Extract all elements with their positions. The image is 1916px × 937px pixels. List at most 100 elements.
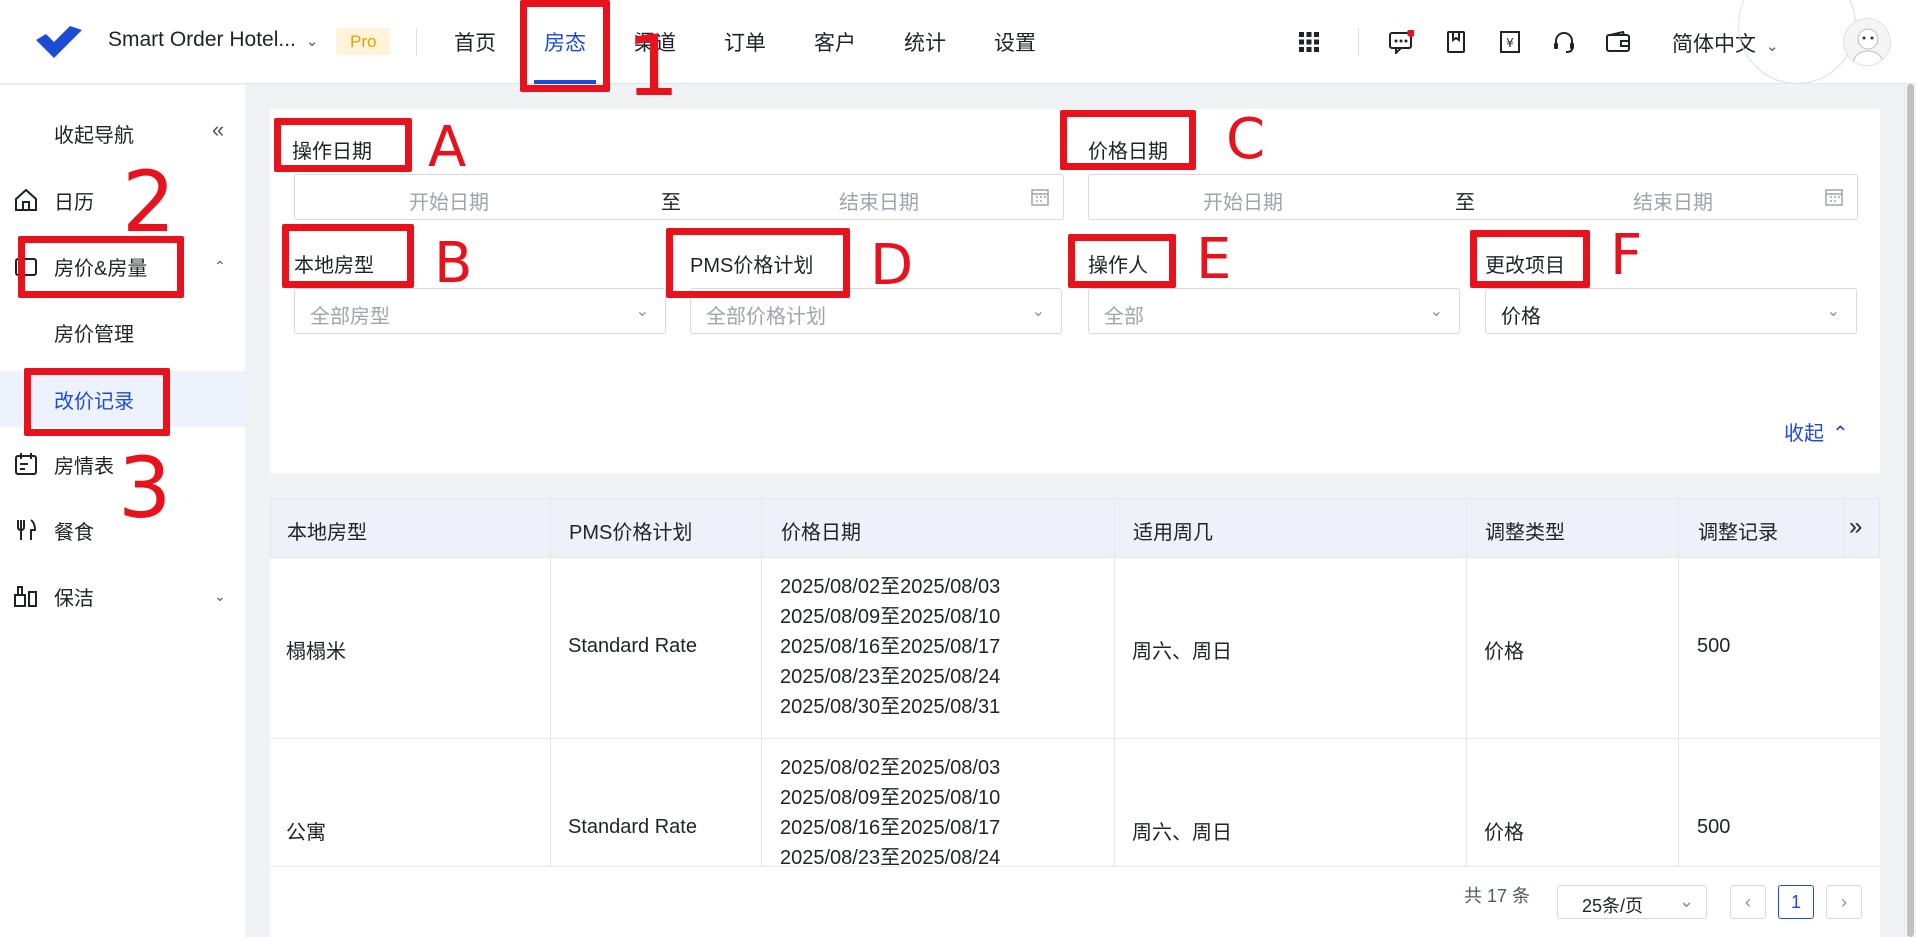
nav-home[interactable]: 首页 <box>454 0 496 84</box>
hotel-switcher[interactable]: Smart Order Hotel... ⌄ <box>108 28 318 52</box>
collapse-filters-button[interactable]: 收起 ⌃ <box>1784 417 1849 446</box>
price-date-range-item: 2025/08/02至2025/08/03 <box>780 757 1001 779</box>
column-header: 价格日期 <box>781 522 861 544</box>
annotation-letter: F <box>1610 223 1643 288</box>
calendar-icon <box>1825 189 1843 206</box>
book-icon[interactable] <box>1441 27 1471 57</box>
adjust-record-cell: 500 <box>1697 635 1731 657</box>
expand-columns-icon[interactable]: » <box>1849 513 1862 541</box>
page-number-button[interactable]: 1 <box>1778 885 1814 919</box>
page-size-select[interactable]: 25条/页 ⌄ <box>1557 885 1707 919</box>
pms-plan-cell: Standard Rate <box>568 816 697 838</box>
annotation-box <box>666 228 850 298</box>
room-type-cell: 榻榻米 <box>286 641 346 663</box>
chevron-down-icon: ⌄ <box>1826 303 1840 320</box>
svg-text:¥: ¥ <box>1506 36 1514 50</box>
column-header: 本地房型 <box>287 522 367 544</box>
nav-statistics[interactable]: 统计 <box>904 0 946 84</box>
change-item-select[interactable]: 价格 ⌄ <box>1485 288 1857 334</box>
nav-customers[interactable]: 客户 <box>814 0 856 84</box>
range-separator: 至 <box>661 192 681 214</box>
adjust-type-cell: 价格 <box>1484 822 1524 844</box>
start-date-placeholder: 开始日期 <box>1203 192 1283 214</box>
collapse-filters-label: 收起 <box>1784 423 1824 445</box>
range-separator: 至 <box>1455 192 1475 214</box>
annotation-letter: E <box>1196 227 1232 292</box>
end-date-placeholder: 结束日期 <box>839 192 919 214</box>
price-date-range-item: 2025/08/16至2025/08/17 <box>780 636 1001 658</box>
chevron-down-icon: ⌄ <box>305 33 319 50</box>
chevron-down-icon: ⌄ <box>1031 303 1045 320</box>
total-count: 共 17 条 <box>1464 886 1531 906</box>
chevron-up-icon: ⌃ <box>1832 423 1849 445</box>
nav-orders[interactable]: 订单 <box>724 0 766 84</box>
operator-placeholder: 全部 <box>1104 306 1144 328</box>
price-date-range-item: 2025/08/23至2025/08/24 <box>780 666 1001 688</box>
pms-plan-cell: Standard Rate <box>568 635 697 657</box>
annotation-box <box>24 368 170 436</box>
column-divider <box>1844 498 1845 558</box>
annotation-number: 3 <box>118 439 172 537</box>
operation-date-range[interactable]: 开始日期 至 结束日期 <box>294 174 1064 220</box>
annotation-box <box>1068 234 1176 288</box>
page-size-value: 25条/页 <box>1582 896 1644 916</box>
price-date-range-item: 2025/08/02至2025/08/03 <box>780 576 1001 598</box>
adjust-record-cell: 500 <box>1697 816 1731 838</box>
wallet-icon[interactable] <box>1603 27 1633 57</box>
table-row[interactable]: 榻榻米 Standard Rate 2025/08/02至2025/08/03 … <box>270 558 1880 739</box>
pro-badge: Pro <box>336 28 391 55</box>
annotation-letter: B <box>434 231 473 296</box>
sidebar-item-cleaning[interactable]: 保洁 ⌄ <box>0 569 245 623</box>
divider <box>1358 28 1359 56</box>
price-date-range-item: 2025/08/09至2025/08/10 <box>780 606 1001 628</box>
annotation-letter: D <box>870 233 914 298</box>
room-type-placeholder: 全部房型 <box>310 306 390 328</box>
sidebar-item-rate-management[interactable]: 房价管理 <box>0 305 245 359</box>
end-date-placeholder: 结束日期 <box>1633 192 1713 214</box>
annotation-letter: A <box>428 115 467 180</box>
nav-settings[interactable]: 设置 <box>994 0 1036 84</box>
message-icon[interactable] <box>1386 27 1416 57</box>
price-date-range-item: 2025/08/30至2025/08/31 <box>780 696 1001 718</box>
scrollbar-thumb[interactable] <box>1907 84 1914 937</box>
decorative-circle <box>1738 0 1856 84</box>
sidebar-item-label: 房情表 <box>54 455 114 478</box>
vertical-scrollbar[interactable] <box>1904 84 1916 937</box>
chevron-down-icon: ⌄ <box>1678 891 1694 911</box>
annotation-letter: C <box>1226 107 1266 172</box>
top-bar: Smart Order Hotel... ⌄ Pro 首页 房态 渠道 订单 客户… <box>0 0 1916 84</box>
annotation-number: 2 <box>122 153 176 251</box>
chevron-down-icon: ⌄ <box>1429 303 1443 320</box>
change-item-value: 价格 <box>1501 306 1541 328</box>
divider <box>416 28 417 56</box>
next-page-button[interactable]: › <box>1826 885 1862 919</box>
column-header: 适用周几 <box>1133 522 1213 544</box>
annotation-box <box>274 118 412 172</box>
avatar[interactable] <box>1843 18 1891 66</box>
pms-plan-placeholder: 全部价格计划 <box>706 306 826 328</box>
price-dates-cell: 2025/08/02至2025/08/03 2025/08/09至2025/08… <box>780 572 1000 722</box>
annotation-number: 1 <box>626 17 680 115</box>
weekdays-cell: 周六、周日 <box>1132 822 1232 844</box>
invoice-icon[interactable]: ¥ <box>1495 27 1525 57</box>
annotation-box <box>1470 230 1590 288</box>
app-logo-icon[interactable] <box>32 22 86 62</box>
annotation-box <box>1060 110 1196 170</box>
price-dates-cell: 2025/08/02至2025/08/03 2025/08/09至2025/08… <box>780 753 1000 873</box>
collapse-nav-label[interactable]: 收起导航 <box>54 119 134 148</box>
sidebar-item-label: 房价管理 <box>54 323 134 346</box>
apps-grid-icon[interactable] <box>1294 27 1324 57</box>
room-type-select[interactable]: 全部房型 ⌄ <box>294 288 666 334</box>
column-header: 调整记录 <box>1698 522 1778 544</box>
double-chevron-left-icon[interactable]: « <box>212 117 224 143</box>
price-date-range[interactable]: 开始日期 至 结束日期 <box>1088 174 1858 220</box>
home-icon <box>12 186 40 214</box>
sidebar-item-label: 保洁 <box>54 587 94 610</box>
headset-icon[interactable] <box>1549 27 1579 57</box>
operator-select[interactable]: 全部 ⌄ <box>1088 288 1460 334</box>
sidebar-item-label: 日历 <box>54 191 94 214</box>
column-header: PMS价格计划 <box>569 522 693 544</box>
weekdays-cell: 周六、周日 <box>1132 641 1232 663</box>
prev-page-button[interactable]: ‹ <box>1730 885 1766 919</box>
start-date-placeholder: 开始日期 <box>409 192 489 214</box>
